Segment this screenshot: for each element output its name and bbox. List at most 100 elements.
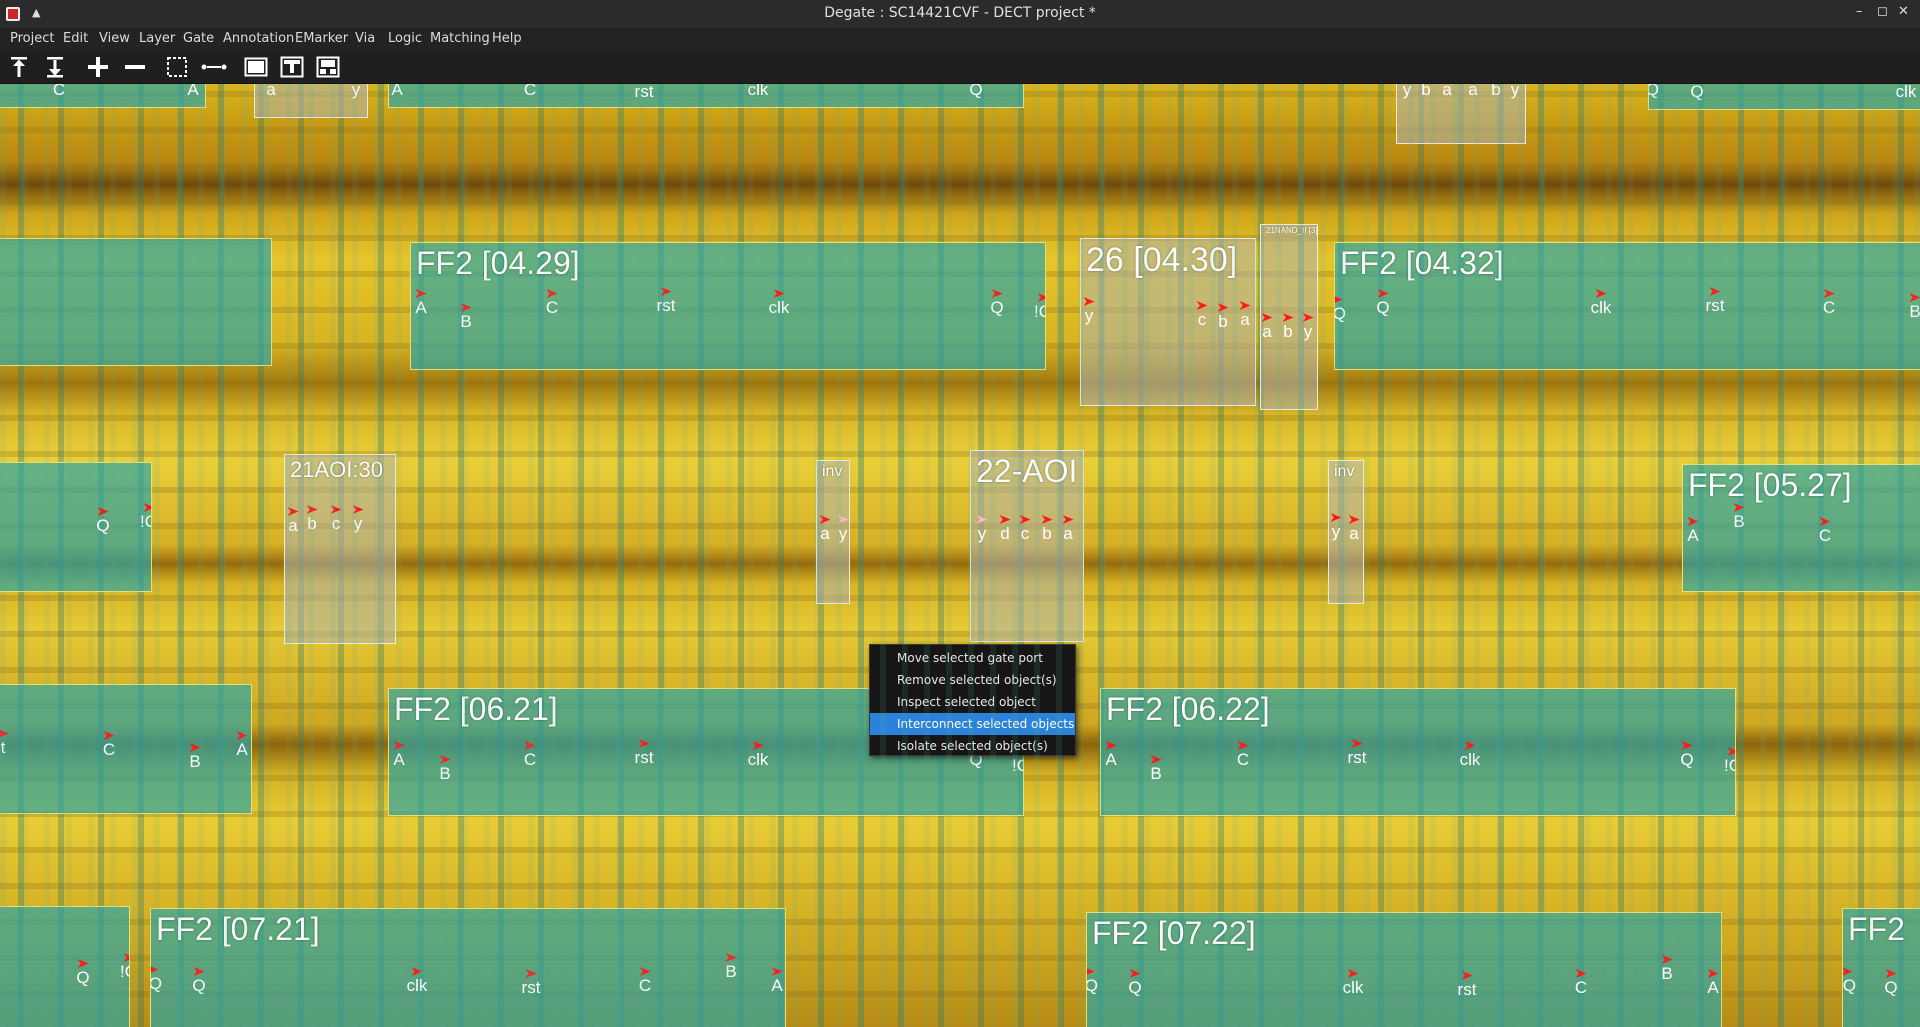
gate-annotation[interactable]: FF2 [07.21] !Q Q clk rst C B A <box>150 908 786 1027</box>
layout-canvas[interactable]: C A a y A C rst clk Q y b a a b y !Q Q c… <box>0 84 1920 1027</box>
menu-via[interactable]: Via <box>355 31 375 46</box>
gate-port[interactable]: rst <box>511 969 551 997</box>
gate-annotation[interactable]: 21AOI:30 a b c y <box>284 454 396 644</box>
gate-port[interactable]: A <box>389 741 419 769</box>
gate-port[interactable]: !Q <box>1335 295 1357 323</box>
maximize-button[interactable]: ◻ <box>1877 4 1888 19</box>
gate-port[interactable]: B <box>711 953 751 981</box>
gate-annotation[interactable]: FF2 !Q Q <box>1842 908 1920 1027</box>
menu-view[interactable]: View <box>99 31 130 46</box>
menu-help[interactable]: Help <box>492 31 522 46</box>
gate-annotation[interactable]: FF2 [04.32] !Q Q clk rst C B <box>1334 242 1920 370</box>
gate-port[interactable]: a <box>1225 301 1255 329</box>
gate-template-icon[interactable] <box>278 53 306 81</box>
gate-port[interactable]: A <box>1693 969 1721 997</box>
gate-port[interactable]: clk <box>738 84 778 99</box>
gate-annotation[interactable]: FF2 [05.27] A B C <box>1682 464 1920 592</box>
gate-port[interactable]: C <box>89 731 129 759</box>
gate-port[interactable]: B <box>1647 955 1687 983</box>
gate-port[interactable]: y <box>1288 313 1317 341</box>
gate-port[interactable]: y <box>336 84 367 99</box>
gate-port[interactable]: rst <box>1447 971 1487 999</box>
gate-port[interactable]: Q <box>1115 969 1155 997</box>
gate-port[interactable]: A <box>173 84 205 99</box>
gate-port[interactable]: B <box>175 743 215 771</box>
gate-port[interactable]: y <box>338 505 378 533</box>
menu-emarker[interactable]: EMarker <box>295 31 348 46</box>
gate-port[interactable]: B <box>1895 293 1920 321</box>
gate-port[interactable]: y <box>1081 297 1109 325</box>
gate-port[interactable]: !Q <box>151 965 173 993</box>
gate-port[interactable]: rst <box>624 84 664 101</box>
gate-annotation[interactable]: Q !Q <box>0 462 152 592</box>
gate-port[interactable]: Q <box>1667 741 1707 769</box>
gate-annotation[interactable]: t C B A <box>0 684 252 814</box>
gate-port[interactable]: C <box>532 289 572 317</box>
gate-port[interactable]: Q <box>179 967 219 995</box>
gate-annotation[interactable]: FF2 [04.29] A B C rst clk Q !Q <box>410 242 1046 370</box>
menu-edit[interactable]: Edit <box>63 31 88 46</box>
gate-port[interactable]: !Q <box>1649 84 1670 99</box>
gate-annotation[interactable]: !Q Q clk <box>1648 84 1920 110</box>
gate-port[interactable]: clk <box>759 289 799 317</box>
gate-port[interactable]: C <box>510 741 550 769</box>
gate-port[interactable]: Q <box>83 507 123 535</box>
gate-port[interactable]: clk <box>1450 741 1490 769</box>
gate-port[interactable]: B <box>425 755 465 783</box>
gate-port[interactable]: clk <box>397 967 437 995</box>
gate-port[interactable]: Q <box>1677 84 1717 101</box>
gate-annotation[interactable]: inv a y <box>816 460 850 604</box>
minimize-button[interactable]: – <box>1856 4 1863 19</box>
gate-port[interactable]: C <box>625 967 665 995</box>
interconnect-objects-menu-item[interactable]: Interconnect selected objects <box>870 713 1075 735</box>
zoom-in-icon[interactable] <box>84 53 112 81</box>
wire-tool-icon[interactable] <box>200 53 228 81</box>
gate-annotation[interactable]: 26 [04.30] y c b a <box>1080 238 1256 406</box>
gate-annotation[interactable]: inv y a <box>1328 460 1364 604</box>
menu-layer[interactable]: Layer <box>139 31 175 46</box>
gate-port[interactable]: A <box>1683 517 1713 545</box>
gate-placement-icon[interactable] <box>314 53 342 81</box>
area-select-icon[interactable] <box>163 53 191 81</box>
gate-port[interactable]: clk <box>1333 969 1373 997</box>
gate-port[interactable]: A <box>757 967 785 995</box>
gate-port[interactable]: a <box>255 84 291 99</box>
gate-port[interactable]: y <box>1495 84 1525 99</box>
layer-up-icon[interactable] <box>5 53 33 81</box>
gate-annotation[interactable]: FF2 [06.22] A B C rst clk Q !Q <box>1100 688 1736 816</box>
gate-port[interactable]: A <box>389 84 417 99</box>
gate-port[interactable]: A <box>1101 741 1131 769</box>
close-button[interactable]: ✕ <box>1898 4 1909 19</box>
gate-port[interactable]: B <box>446 303 486 331</box>
move-gate-port-menu-item[interactable]: Move selected gate port <box>870 647 1075 669</box>
gate-port[interactable]: clk <box>1886 84 1920 101</box>
gate-port[interactable]: t <box>0 729 23 757</box>
gate-port[interactable]: B <box>1136 755 1176 783</box>
gate-port[interactable]: y <box>823 515 849 543</box>
menu-project[interactable]: Project <box>10 31 54 46</box>
gate-port[interactable]: C <box>510 84 550 99</box>
remove-objects-menu-item[interactable]: Remove selected object(s) <box>870 669 1075 691</box>
gate-port[interactable]: C <box>1223 741 1263 769</box>
gate-port[interactable]: Q <box>956 84 996 99</box>
gate-port[interactable]: !Q <box>1023 293 1045 321</box>
menu-logic[interactable]: Logic <box>388 31 422 46</box>
menu-matching[interactable]: Matching <box>430 31 490 46</box>
zoom-out-icon[interactable] <box>121 53 149 81</box>
gate-port[interactable]: rst <box>646 287 686 315</box>
gate-annotation[interactable]: FF2 [07.22] !Q Q clk rst C B A <box>1086 912 1722 1027</box>
gate-port[interactable]: C <box>1805 517 1845 545</box>
gate-port[interactable]: Q <box>977 289 1017 317</box>
gate-annotation[interactable]: C A <box>0 84 206 108</box>
gate-port[interactable]: A <box>411 289 441 317</box>
inspect-object-menu-item[interactable]: Inspect selected object <box>870 691 1075 713</box>
gate-port[interactable]: A <box>222 731 251 759</box>
gate-annotation[interactable]: A C rst clk Q <box>388 84 1024 108</box>
gate-port[interactable]: rst <box>1695 287 1735 315</box>
gate-port[interactable]: clk <box>1581 289 1621 317</box>
isolate-objects-menu-item[interactable]: Isolate selected object(s) <box>870 735 1075 757</box>
gate-annotation[interactable]: 22-AOI y d c b a <box>970 450 1084 642</box>
gate-port[interactable]: Q <box>1871 969 1911 997</box>
gate-annotation[interactable]: 21NAND_II [3] a b y <box>1260 224 1318 410</box>
gate-port[interactable]: clk <box>738 741 778 769</box>
